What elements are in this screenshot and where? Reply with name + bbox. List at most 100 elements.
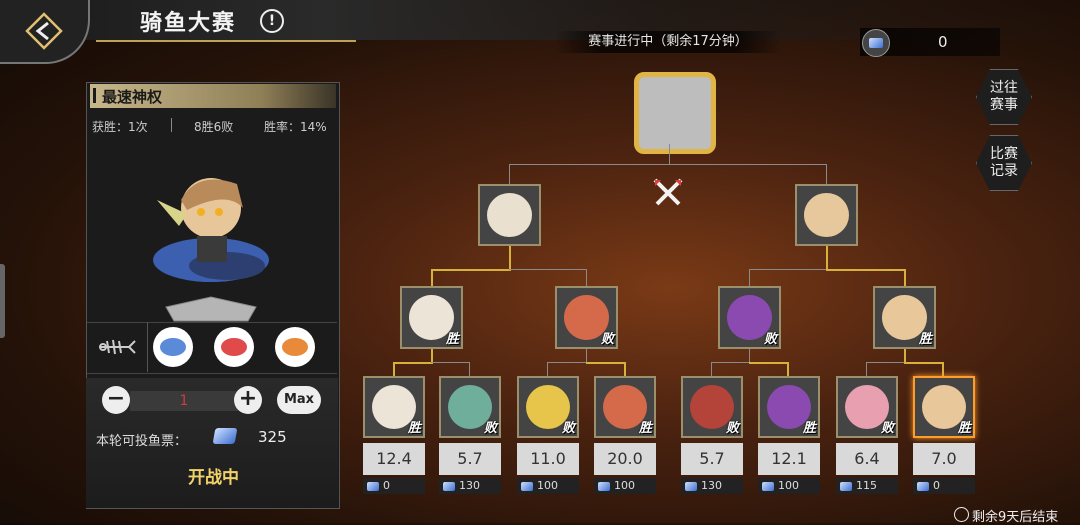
bet-count: 100 xyxy=(537,479,558,492)
bracket-line xyxy=(393,362,433,364)
bracket-line xyxy=(866,362,867,376)
tournament-status: 赛事进行中（剩余17分钟） xyxy=(555,31,781,53)
odds-value: 7.0 xyxy=(913,443,975,475)
header-divider xyxy=(96,40,356,42)
bracket-line xyxy=(431,362,470,363)
racer-portrait xyxy=(487,192,532,238)
ticket-icon xyxy=(598,481,610,491)
bracket-line xyxy=(749,269,828,270)
bet-amount-input[interactable]: 1 xyxy=(130,391,238,411)
max-button[interactable]: Max xyxy=(277,386,321,414)
result-badge: 胜 xyxy=(957,421,971,436)
bracket-line xyxy=(509,269,586,270)
bracket-line xyxy=(787,362,789,376)
quarter-racer-3[interactable]: 败 xyxy=(718,286,781,349)
side-handle[interactable] xyxy=(0,264,5,338)
currency-icon-wrap xyxy=(862,29,890,57)
racer-character-art xyxy=(153,178,269,282)
bracket-line xyxy=(469,362,470,376)
battle-status-button[interactable]: 开战中 xyxy=(188,463,239,488)
increase-button[interactable]: + xyxy=(234,386,262,414)
result-badge: 胜 xyxy=(802,421,816,436)
remaining-time: 剩余9天后结束 xyxy=(972,510,1059,525)
wins-count: 获胜：1次 xyxy=(92,120,148,134)
past-events-button[interactable]: 过往 赛事 xyxy=(976,69,1032,125)
crossed-swords-icon xyxy=(653,178,683,206)
first-round-racer-7[interactable]: 败 xyxy=(836,376,898,438)
fish-option-blue[interactable] xyxy=(153,327,193,367)
back-button[interactable] xyxy=(0,0,90,64)
fish-category-tab[interactable] xyxy=(87,322,148,372)
ticket-icon xyxy=(443,481,455,491)
decrease-button[interactable]: − xyxy=(102,386,130,414)
fish-ticket-icon xyxy=(212,428,238,444)
info-icon[interactable]: ! xyxy=(260,9,284,33)
bet-count: 100 xyxy=(614,479,635,492)
win-loss-record: 8胜6败 xyxy=(194,120,234,134)
fish-option-red[interactable] xyxy=(214,327,254,367)
first-round-racer-8[interactable]: 胜 xyxy=(913,376,975,438)
ticket-icon xyxy=(762,481,774,491)
fish-option-orange[interactable] xyxy=(275,327,315,367)
result-badge: 胜 xyxy=(918,332,932,347)
result-badge: 胜 xyxy=(638,421,652,436)
quarter-racer-2[interactable]: 败 xyxy=(555,286,618,349)
first-round-racer-5[interactable]: 败 xyxy=(681,376,743,438)
currency-value: 0 xyxy=(938,33,948,51)
pedestal xyxy=(165,296,257,322)
first-round-racer-1[interactable]: 胜 xyxy=(363,376,425,438)
vote-count: 325 xyxy=(258,428,287,446)
semifinal-racer-2[interactable] xyxy=(795,184,858,246)
bracket-line xyxy=(866,362,905,363)
result-badge: 胜 xyxy=(407,421,421,436)
bracket-line xyxy=(547,362,587,363)
result-badge: 败 xyxy=(763,332,777,347)
ticket-icon xyxy=(521,481,533,491)
stat-divider xyxy=(171,118,172,132)
odds-value: 20.0 xyxy=(594,443,656,475)
semifinal-racer-1[interactable] xyxy=(478,184,541,246)
bracket-line xyxy=(431,269,433,287)
bracket-line xyxy=(826,269,906,271)
odds-value: 5.7 xyxy=(681,443,743,475)
bet-count: 130 xyxy=(459,479,480,492)
bracket-line xyxy=(624,362,626,376)
title-accent xyxy=(93,88,96,103)
bracket-line xyxy=(826,164,827,184)
quarter-racer-4[interactable]: 胜 xyxy=(873,286,936,349)
bracket-line xyxy=(749,362,789,364)
fish-bone-icon xyxy=(99,339,136,355)
odds-value: 11.0 xyxy=(517,443,579,475)
bracket-line xyxy=(942,362,944,376)
bracket-line xyxy=(904,269,906,287)
bracket-line xyxy=(586,269,587,287)
first-round-racer-6[interactable]: 胜 xyxy=(758,376,820,438)
ticket-icon xyxy=(840,481,852,491)
match-records-button[interactable]: 比赛 记录 xyxy=(976,135,1032,191)
first-round-racer-2[interactable]: 败 xyxy=(439,376,501,438)
odds-value: 6.4 xyxy=(836,443,898,475)
bet-total: 0 xyxy=(363,478,425,494)
result-badge: 败 xyxy=(561,421,575,436)
bet-total: 100 xyxy=(517,478,579,494)
ticket-icon xyxy=(685,481,697,491)
bracket-line xyxy=(431,269,511,271)
bet-total: 130 xyxy=(439,478,501,494)
blue-fish-icon xyxy=(160,338,186,356)
quarter-racer-1[interactable]: 胜 xyxy=(400,286,463,349)
result-badge: 败 xyxy=(600,332,614,347)
bracket-line xyxy=(586,362,626,364)
ticket-icon xyxy=(917,481,929,491)
ticket-icon xyxy=(869,38,883,48)
ticket-icon xyxy=(367,481,379,491)
bracket-line xyxy=(509,164,826,165)
bracket-line xyxy=(393,362,395,376)
result-badge: 败 xyxy=(880,421,894,436)
first-round-racer-4[interactable]: 胜 xyxy=(594,376,656,438)
bracket-line xyxy=(904,349,906,363)
first-round-racer-3[interactable]: 败 xyxy=(517,376,579,438)
bracket-line xyxy=(826,246,828,269)
odds-value: 12.1 xyxy=(758,443,820,475)
bet-count: 115 xyxy=(856,479,877,492)
bracket-line xyxy=(711,362,712,376)
